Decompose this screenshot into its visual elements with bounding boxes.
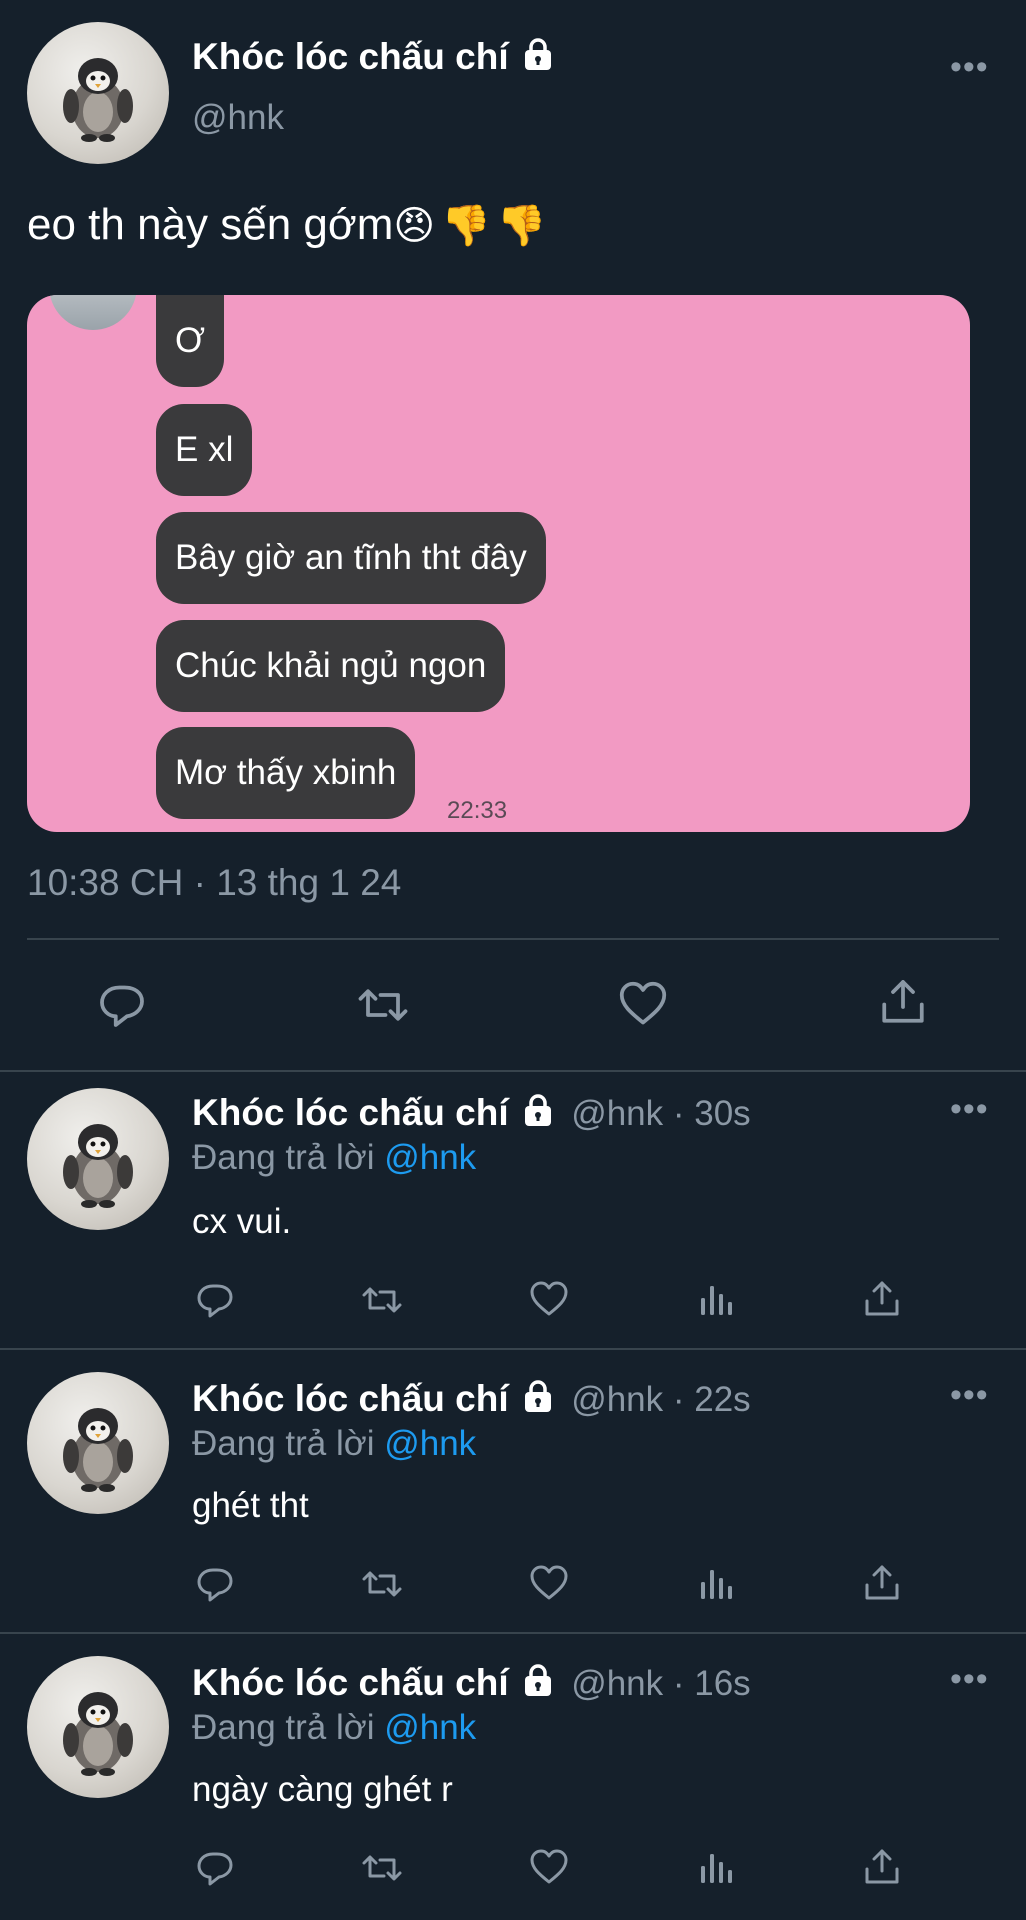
thumbs-down-emoji: 👎: [441, 204, 491, 248]
chat-message: Mơ thấy xbinh: [156, 727, 416, 819]
retweet-icon: [362, 1287, 402, 1313]
handle-and-time: @hnk · 30s: [571, 1094, 751, 1133]
avatar[interactable]: [27, 1088, 169, 1230]
tweet-timestamp[interactable]: 10:38 CH · 13 thg 1 24: [27, 862, 401, 904]
penguin-avatar-image: [63, 58, 133, 142]
reply-text: ngày càng ghét r: [192, 1770, 453, 1809]
like-button[interactable]: [528, 1280, 570, 1320]
lock-icon: [523, 38, 553, 72]
lock-icon: [523, 1380, 553, 1414]
message-time: 22:33: [447, 797, 508, 824]
chat-message: Chúc khải ngủ ngon: [156, 620, 506, 712]
share-icon: [865, 1281, 899, 1316]
replying-to: Đang trả lời @hnk: [192, 1708, 477, 1747]
like-icon: [530, 1565, 568, 1600]
chat-avatar: [49, 295, 137, 330]
reply-icon: [197, 1852, 233, 1886]
retweet-icon: [358, 989, 408, 1021]
more-options-button[interactable]: •••: [950, 48, 989, 87]
like-button[interactable]: [528, 1848, 570, 1888]
handle-and-time: @hnk · 22s: [571, 1380, 751, 1419]
display-name[interactable]: Khóc lóc chấu chí @hnk · 16s: [192, 1662, 751, 1704]
views-button[interactable]: [696, 1280, 736, 1320]
mention-link[interactable]: @hnk: [384, 1708, 476, 1747]
like-icon: [530, 1281, 568, 1316]
views-button[interactable]: [696, 1564, 736, 1604]
share-icon: [882, 980, 924, 1023]
reply-text: cx vui.: [192, 1202, 292, 1241]
user-handle[interactable]: @hnk: [192, 98, 284, 138]
reply-button[interactable]: [195, 1280, 235, 1320]
penguin-avatar-image: [63, 1124, 133, 1208]
mention-link[interactable]: @hnk: [384, 1424, 476, 1463]
chat-message: Bây giờ an tĩnh tht đây: [156, 512, 546, 604]
more-options-button[interactable]: •••: [950, 1376, 989, 1415]
reply-button[interactable]: [195, 1848, 235, 1888]
chat-message: Ơ: [156, 295, 225, 387]
attached-image[interactable]: Ơ E xl Bây giờ an tĩnh tht đây Chúc khải…: [27, 295, 970, 832]
divider: [27, 938, 999, 940]
penguin-avatar-image: [63, 1692, 133, 1776]
divider: [0, 1632, 1026, 1634]
retweet-icon: [362, 1571, 402, 1597]
display-name[interactable]: Khóc lóc chấu chí @hnk · 22s: [192, 1378, 751, 1420]
share-icon: [865, 1565, 899, 1600]
retweet-button[interactable]: [358, 1280, 406, 1320]
reply-tweet[interactable]: Khóc lóc chấu chí @hnk · 30s ••• Đang tr…: [0, 1072, 1026, 1348]
like-icon: [619, 981, 667, 1025]
lock-icon: [523, 1094, 553, 1128]
retweet-icon: [362, 1855, 402, 1881]
lock-icon: [523, 1664, 553, 1698]
share-button[interactable]: [862, 1562, 902, 1604]
avatar[interactable]: [27, 22, 169, 164]
like-icon: [530, 1849, 568, 1884]
share-button[interactable]: [862, 1278, 902, 1320]
more-options-button[interactable]: •••: [950, 1090, 989, 1129]
replying-to: Đang trả lời @hnk: [192, 1138, 477, 1177]
share-button[interactable]: [878, 976, 928, 1028]
views-icon: [701, 1286, 732, 1315]
avatar[interactable]: [27, 1372, 169, 1514]
like-button[interactable]: [528, 1564, 570, 1604]
display-name[interactable]: Khóc lóc chấu chí @hnk · 30s: [192, 1092, 751, 1134]
thumbs-down-emoji: 👎: [496, 204, 547, 248]
views-button[interactable]: [696, 1848, 736, 1888]
reply-icon: [197, 1284, 233, 1318]
reply-tweet[interactable]: Khóc lóc chấu chí @hnk · 22s ••• Đang tr…: [0, 1358, 1026, 1634]
more-options-button[interactable]: •••: [950, 1660, 989, 1699]
mention-link[interactable]: @hnk: [384, 1138, 476, 1177]
views-icon: [701, 1854, 732, 1883]
reply-button[interactable]: [195, 1564, 235, 1604]
retweet-button[interactable]: [358, 1848, 406, 1888]
replying-to: Đang trả lời @hnk: [192, 1424, 477, 1463]
reply-tweet[interactable]: Khóc lóc chấu chí @hnk · 16s ••• Đang tr…: [0, 1642, 1026, 1920]
avatar[interactable]: [27, 1656, 169, 1798]
angry-face-emoji: 😠: [393, 204, 436, 248]
tweet-text: eo th này sến gớm😠 👎 👎: [27, 200, 547, 249]
like-button[interactable]: [617, 980, 669, 1030]
reply-text: ghét tht: [192, 1486, 309, 1525]
reply-icon: [197, 1568, 233, 1602]
chat-message: E xl: [156, 404, 253, 496]
share-icon: [865, 1849, 899, 1884]
divider: [0, 1348, 1026, 1350]
penguin-avatar-image: [63, 1408, 133, 1492]
retweet-button[interactable]: [358, 1564, 406, 1604]
share-button[interactable]: [862, 1846, 902, 1888]
reply-icon: [100, 985, 144, 1027]
retweet-button[interactable]: [353, 980, 413, 1030]
views-icon: [701, 1570, 732, 1599]
display-name[interactable]: Khóc lóc chấu chí: [192, 36, 553, 78]
reply-button[interactable]: [97, 980, 147, 1030]
handle-and-time: @hnk · 16s: [571, 1664, 751, 1703]
